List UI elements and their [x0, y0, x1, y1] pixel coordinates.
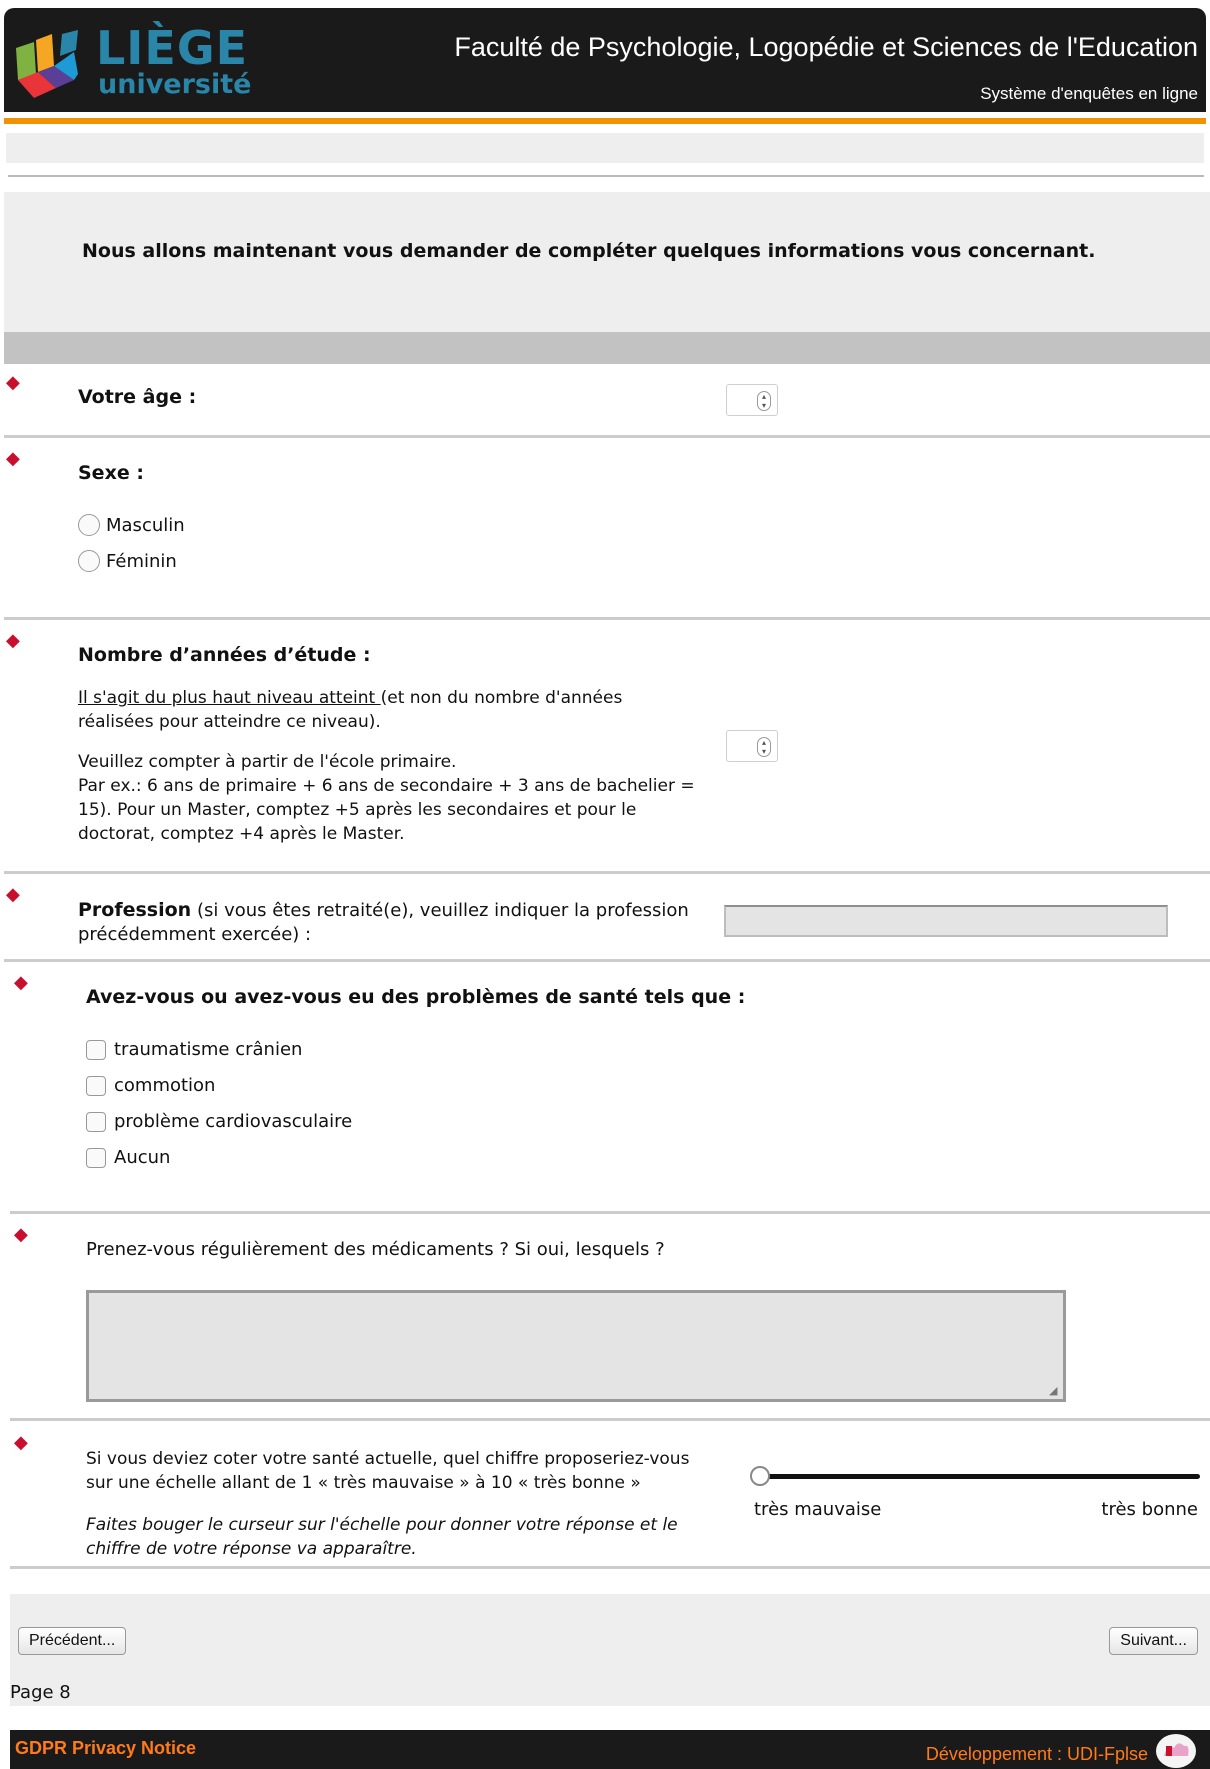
checkbox-label: commotion	[114, 1075, 216, 1096]
site-header: LIÈGE université Faculté de Psychologie,…	[4, 8, 1206, 112]
scale-max-label: très bonne	[1101, 1499, 1198, 1520]
site-footer: GDPR Privacy Notice Développement : UDI-…	[10, 1730, 1210, 1769]
checkbox[interactable]	[86, 1075, 106, 1096]
page-indicator: Page 8	[10, 1682, 71, 1703]
health-slider-thumb[interactable]	[750, 1466, 770, 1486]
required-marker-icon: ◆	[6, 884, 20, 905]
faculty-title: Faculté de Psychologie, Logopédie et Sci…	[454, 32, 1198, 62]
checkbox[interactable]	[86, 1111, 106, 1132]
next-button[interactable]: Suivant...	[1109, 1627, 1198, 1655]
study-years-spinner[interactable]: ▴ ▾	[726, 730, 778, 762]
age-spinner[interactable]: ▴ ▾	[726, 384, 778, 416]
intro-panel: Nous allons maintenant vous demander de …	[4, 192, 1210, 332]
study-years-note-underlined: Il s'agit du plus haut niveau atteint	[78, 688, 381, 708]
logo-wordmark: LIÈGE	[96, 21, 249, 75]
uliege-logo[interactable]: LIÈGE université	[12, 22, 251, 108]
logo-subword: université	[98, 69, 252, 100]
age-label: Votre âge :	[78, 386, 197, 408]
health-option-cardiovascular[interactable]: problème cardiovasculaire	[86, 1111, 352, 1132]
health-option-none[interactable]: Aucun	[86, 1147, 170, 1168]
progress-strip	[6, 133, 1204, 163]
system-subtitle: Système d'enquêtes en ligne	[980, 84, 1198, 103]
resize-handle-icon[interactable]: ◢	[1049, 1385, 1061, 1397]
health-option-head-trauma[interactable]: traumatisme crânien	[86, 1039, 302, 1060]
required-marker-icon: ◆	[6, 630, 20, 651]
required-marker-icon: ◆	[14, 1224, 28, 1245]
navigation-panel	[10, 1594, 1210, 1706]
required-marker-icon: ◆	[14, 972, 28, 993]
sex-option-male[interactable]: Masculin	[78, 514, 185, 536]
section-bar	[4, 332, 1210, 364]
profession-label-bold: Profession	[78, 899, 192, 921]
health-scale-label: Si vous deviez coter votre santé actuell…	[86, 1449, 690, 1493]
study-years-instruction-1: Veuillez compter à partir de l'école pri…	[78, 752, 457, 772]
checkbox-label: problème cardiovasculaire	[114, 1111, 353, 1132]
health-scale-hint: Faites bouger le curseur sur l'échelle p…	[86, 1515, 678, 1559]
intro-text: Nous allons maintenant vous demander de …	[82, 240, 1096, 262]
gdpr-link[interactable]: GDPR Privacy Notice	[15, 1738, 196, 1759]
uliege-logo-icon	[16, 30, 78, 98]
radio-label: Féminin	[106, 550, 177, 572]
required-marker-icon: ◆	[14, 1432, 28, 1453]
medication-textarea[interactable]: ◢	[86, 1290, 1066, 1402]
radio-label: Masculin	[106, 514, 185, 536]
question-separator	[10, 1566, 1210, 1569]
study-years-note: Il s'agit du plus haut niveau atteint (e…	[78, 686, 698, 734]
question-separator	[4, 435, 1210, 438]
required-marker-icon: ◆	[6, 372, 20, 393]
question-separator	[4, 617, 1210, 620]
developer-credit[interactable]: Développement : UDI-Fplse	[926, 1744, 1148, 1765]
spinner-arrows-icon[interactable]: ▴ ▾	[757, 391, 771, 411]
medication-label: Prenez-vous régulièrement des médicament…	[86, 1239, 665, 1260]
question-separator	[4, 959, 1210, 962]
profession-input[interactable]	[724, 905, 1168, 937]
question-separator	[10, 1211, 1210, 1214]
checkbox[interactable]	[86, 1147, 106, 1168]
checkbox-label: traumatisme crânien	[114, 1039, 303, 1060]
sex-option-female[interactable]: Féminin	[78, 550, 177, 572]
sex-label: Sexe :	[78, 462, 144, 484]
radio-button[interactable]	[78, 514, 100, 536]
health-option-concussion[interactable]: commotion	[86, 1075, 215, 1096]
spinner-arrows-icon[interactable]: ▴ ▾	[757, 737, 771, 757]
health-problems-label: Avez-vous ou avez-vous eu des problèmes …	[86, 986, 746, 1008]
question-separator	[10, 1418, 1210, 1421]
previous-button[interactable]: Précédent...	[18, 1627, 127, 1655]
udi-logo-icon	[1156, 1734, 1196, 1768]
study-years-instruction-2: Par ex.: 6 ans de primaire + 6 ans de se…	[78, 776, 695, 844]
profession-label: Profession (si vous êtes retraité(e), ve…	[78, 898, 698, 947]
health-slider-track[interactable]	[752, 1474, 1200, 1479]
radio-button[interactable]	[78, 550, 100, 572]
checkbox-label: Aucun	[114, 1147, 171, 1168]
required-marker-icon: ◆	[6, 448, 20, 469]
question-separator	[4, 871, 1210, 874]
divider	[8, 175, 1204, 177]
study-years-label: Nombre d’années d’étude :	[78, 644, 371, 666]
scale-min-label: très mauvaise	[754, 1499, 882, 1520]
header-accent-bar	[4, 118, 1206, 124]
checkbox[interactable]	[86, 1039, 106, 1060]
